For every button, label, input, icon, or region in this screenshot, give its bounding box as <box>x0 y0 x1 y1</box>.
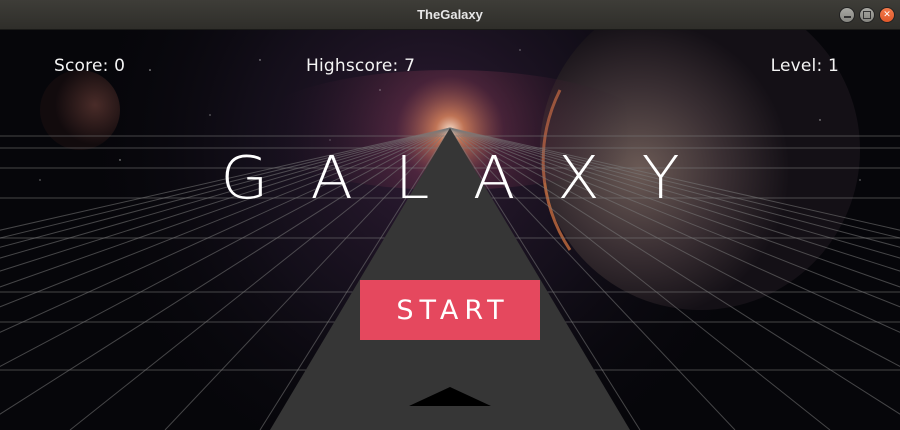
perspective-grid <box>0 127 900 430</box>
window-title: TheGalaxy <box>417 7 483 22</box>
game-window: TheGalaxy ✕ Score: 0 Highscore: 7 Level:… <box>0 0 900 430</box>
highscore-label: Highscore: 7 <box>306 56 416 76</box>
level-label: Level: 1 <box>770 56 839 76</box>
game-title: GALAXY <box>220 142 722 213</box>
game-canvas[interactable]: Score: 0 Highscore: 7 Level: 1 GALAXY ST… <box>0 30 900 430</box>
minimize-icon[interactable] <box>839 7 855 23</box>
start-button[interactable]: START <box>360 280 540 340</box>
score-label: Score: 0 <box>54 56 126 76</box>
title-bar[interactable]: TheGalaxy <box>0 0 900 30</box>
maximize-icon[interactable] <box>859 7 875 23</box>
close-icon[interactable] <box>879 7 895 23</box>
